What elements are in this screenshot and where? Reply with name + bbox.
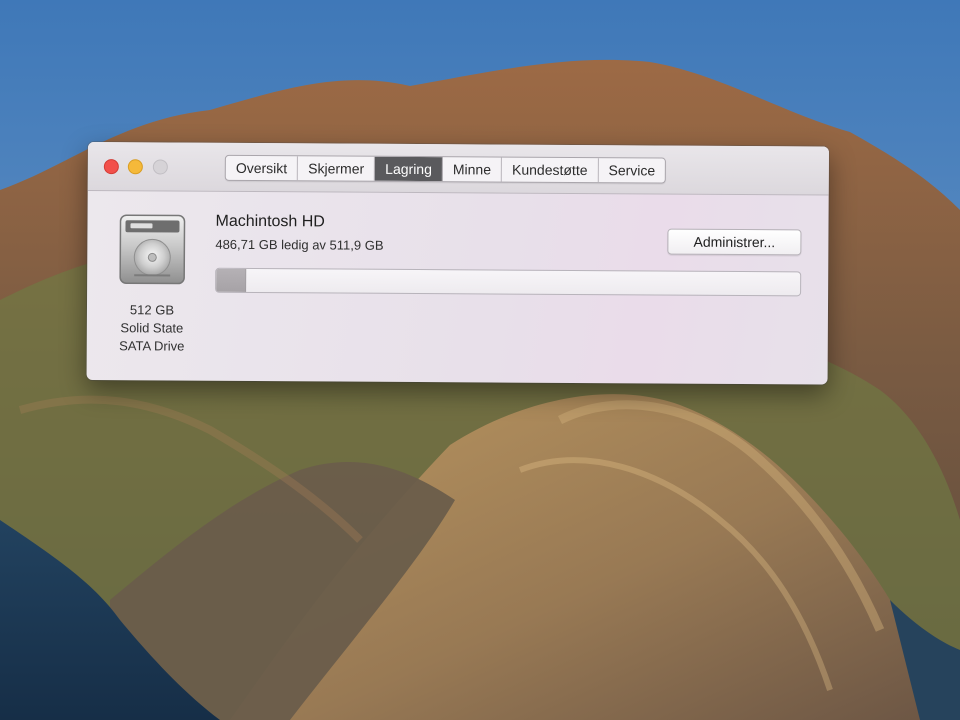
system-information-window: Oversikt Skjermer Lagring Minne Kundestø… xyxy=(86,142,829,385)
drive-caption: 512 GB Solid State SATA Drive xyxy=(103,301,201,356)
minimize-icon[interactable] xyxy=(127,159,143,175)
tab-kundestotte[interactable]: Kundestøtte xyxy=(501,157,599,183)
tab-skjermer[interactable]: Skjermer xyxy=(298,156,376,181)
tab-oversikt[interactable]: Oversikt xyxy=(225,155,299,181)
drive-interface: SATA Drive xyxy=(119,338,185,354)
tab-bar: Oversikt Skjermer Lagring Minne Kundestø… xyxy=(224,154,667,184)
tab-minne[interactable]: Minne xyxy=(442,157,503,182)
hard-drive-icon xyxy=(119,214,186,285)
storage-panel: 512 GB Solid State SATA Drive Machintosh… xyxy=(87,191,829,385)
tab-service[interactable]: Service xyxy=(598,158,665,182)
drive-type: Solid State xyxy=(120,320,184,336)
close-icon[interactable] xyxy=(103,159,119,175)
disk-free-space: 486,71 GB ledig av 511,9 GB xyxy=(215,236,384,253)
tab-lagring[interactable]: Lagring xyxy=(375,156,443,182)
zoom-icon[interactable] xyxy=(152,159,168,175)
manage-button[interactable]: Administrer... xyxy=(667,228,802,256)
disk-name: Machintosh HD xyxy=(215,212,325,231)
storage-usage-bar xyxy=(215,267,802,297)
storage-used-segment xyxy=(216,268,246,292)
drive-capacity: 512 GB xyxy=(129,302,175,318)
window-titlebar: Oversikt Skjermer Lagring Minne Kundestø… xyxy=(87,142,829,196)
desktop: Oversikt Skjermer Lagring Minne Kundestø… xyxy=(0,0,960,720)
